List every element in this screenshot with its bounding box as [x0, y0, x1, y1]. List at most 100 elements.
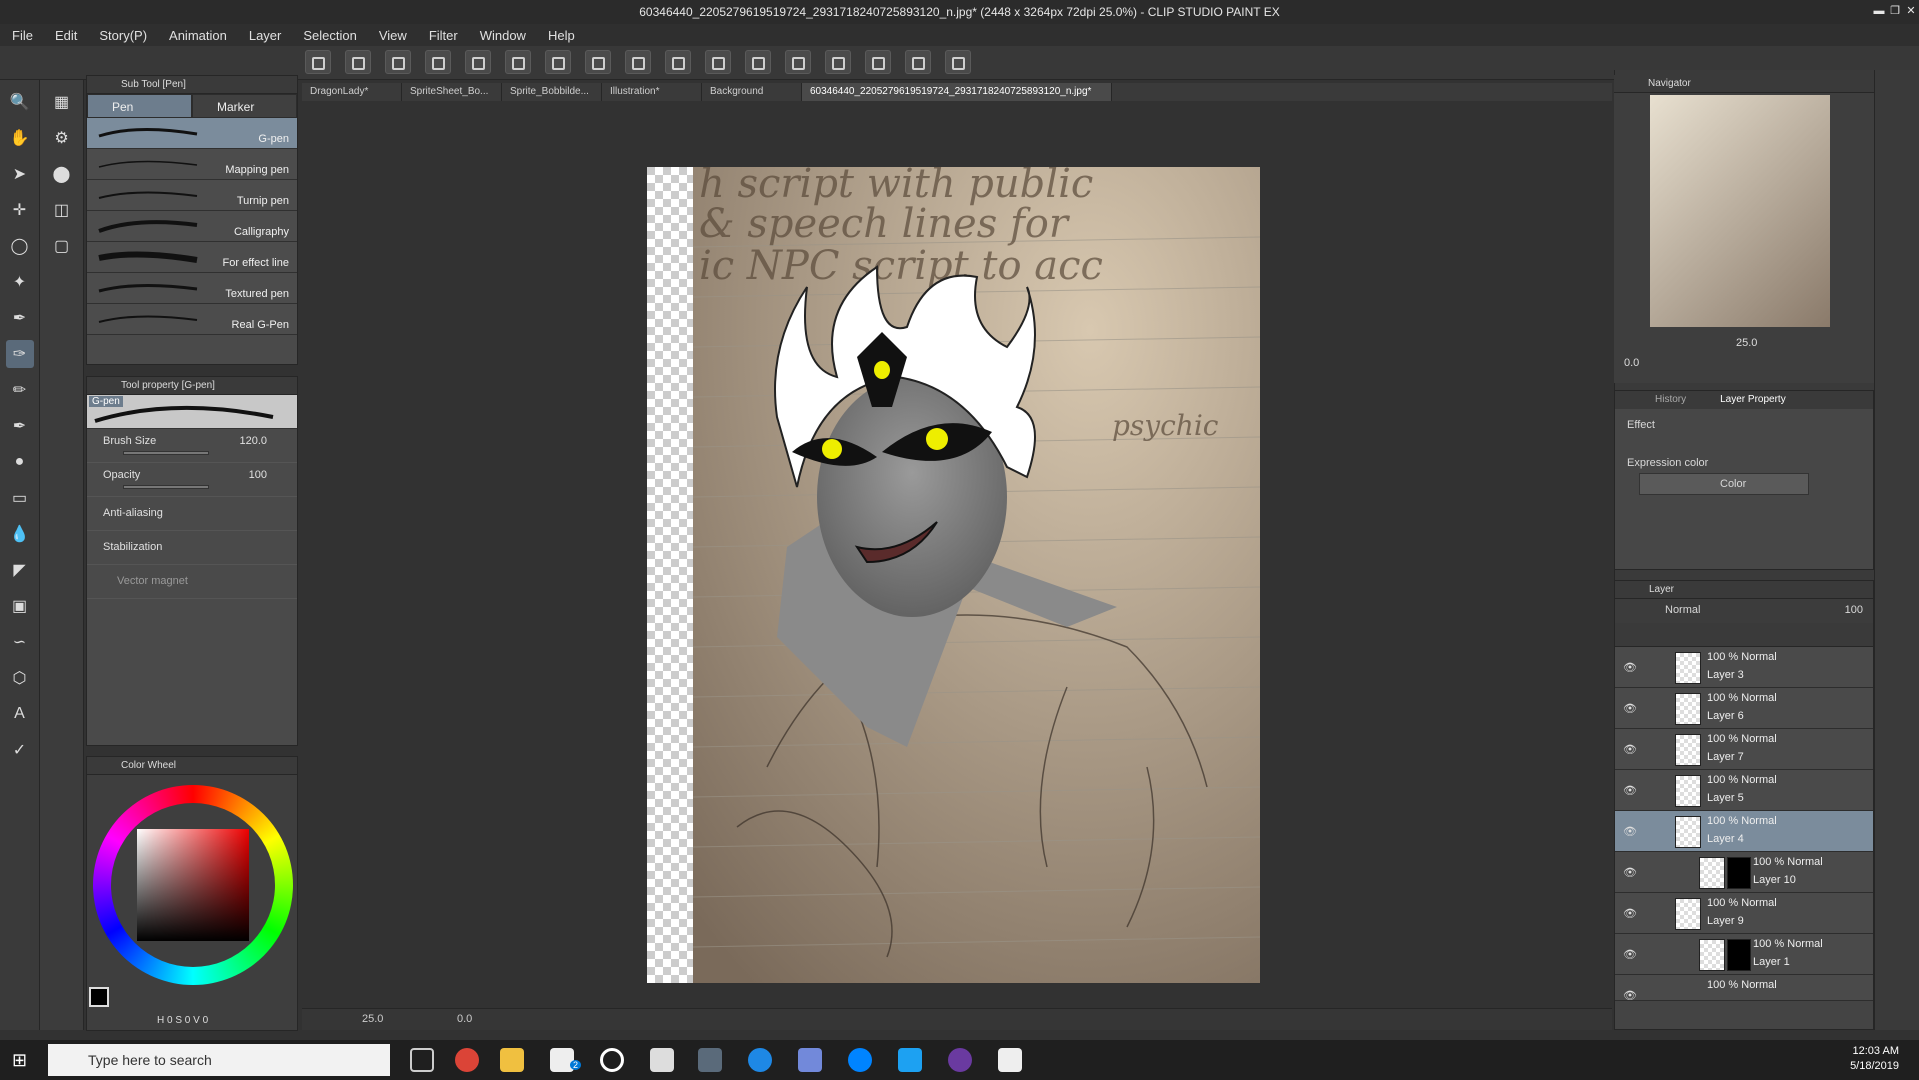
- fill-icon[interactable]: [585, 50, 611, 74]
- brush-turnip-pen[interactable]: Turnip pen: [87, 180, 297, 211]
- menu-selection[interactable]: Selection: [303, 28, 356, 43]
- tab-document[interactable]: Sprite_Bobbilde...: [502, 83, 602, 101]
- menu-file[interactable]: File: [12, 28, 33, 43]
- taskbar-search-input[interactable]: Type here to search: [48, 1044, 390, 1076]
- menu-help[interactable]: Help: [548, 28, 575, 43]
- maximize-button[interactable]: ❐: [1887, 0, 1903, 24]
- layer-row[interactable]: 👁 100 % Normal Layer 1: [1615, 934, 1873, 975]
- expression-color-select[interactable]: Color: [1639, 473, 1809, 495]
- blend-mode-select[interactable]: Normal: [1665, 604, 1700, 616]
- clip-studio-paint-icon[interactable]: [698, 1048, 722, 1072]
- visibility-eye-icon[interactable]: 👁: [1623, 907, 1637, 920]
- file-explorer-icon[interactable]: [500, 1048, 524, 1072]
- layer-row[interactable]: 👁 100 % Normal Layer 9: [1615, 893, 1873, 934]
- opacity-value[interactable]: 100: [249, 469, 267, 481]
- tab-marker[interactable]: Marker: [192, 94, 297, 118]
- eyedropper-icon[interactable]: ✒: [6, 304, 34, 332]
- layer-opacity-value[interactable]: 100: [1845, 604, 1863, 616]
- correct-line-icon[interactable]: ✓: [6, 736, 34, 764]
- tab-layer-property[interactable]: Layer Property: [1696, 391, 1796, 409]
- menu-animation[interactable]: Animation: [169, 28, 227, 43]
- brush-size-slider[interactable]: [123, 451, 209, 455]
- hand-icon[interactable]: ✋: [6, 124, 34, 152]
- auto-select-icon[interactable]: ✦: [6, 268, 34, 296]
- menu-window[interactable]: Window: [480, 28, 526, 43]
- canvas-image[interactable]: h script with public & speech lines for …: [647, 167, 1260, 983]
- layer-row[interactable]: 👁 100 % Normal Layer 3: [1615, 647, 1873, 688]
- chrome-icon[interactable]: [455, 1048, 479, 1072]
- layer-icon[interactable]: ◫: [48, 196, 76, 224]
- redo-icon[interactable]: [505, 50, 531, 74]
- menu-edit[interactable]: Edit: [55, 28, 77, 43]
- visibility-eye-icon[interactable]: 👁: [1623, 866, 1637, 879]
- visibility-eye-icon[interactable]: 👁: [1623, 661, 1637, 674]
- tab-document[interactable]: SpriteSheet_Bo...: [402, 83, 502, 101]
- unity-icon[interactable]: [998, 1048, 1022, 1072]
- messenger-icon[interactable]: [848, 1048, 872, 1072]
- layer-row[interactable]: 👁 100 % Normal Layer 10: [1615, 852, 1873, 893]
- brush-textured-pen[interactable]: Textured pen: [87, 273, 297, 304]
- transform-icon[interactable]: [665, 50, 691, 74]
- clip-studio-icon[interactable]: [305, 50, 331, 74]
- snap-ruler-icon[interactable]: [825, 50, 851, 74]
- minimize-button[interactable]: ▬: [1871, 0, 1887, 24]
- open-file-icon[interactable]: [385, 50, 411, 74]
- visibility-eye-icon[interactable]: 👁: [1623, 784, 1637, 797]
- figure-icon[interactable]: ∽: [6, 628, 34, 656]
- save-icon[interactable]: [425, 50, 451, 74]
- frame-icon[interactable]: ⬡: [6, 664, 34, 692]
- pen-icon[interactable]: ✑: [5, 340, 34, 368]
- gradient-icon[interactable]: ▣: [6, 592, 34, 620]
- tab-pen[interactable]: Pen: [87, 94, 192, 118]
- tab-document[interactable]: Background: [702, 83, 802, 101]
- tab-document-active[interactable]: 60346440_2205279619519724_29317182407258…: [802, 83, 1112, 101]
- opacity-slider[interactable]: [123, 485, 209, 489]
- airbrush-icon[interactable]: ●: [6, 448, 34, 476]
- brush-calligraphy[interactable]: Calligraphy: [87, 211, 297, 242]
- operation-icon[interactable]: ➤: [6, 160, 34, 188]
- layer-row[interactable]: 👁 100 % Normal Layer 6: [1615, 688, 1873, 729]
- clock-time[interactable]: 12:03 AM: [1850, 1044, 1899, 1059]
- deselect-icon[interactable]: [705, 50, 731, 74]
- zoom-value[interactable]: 25.0: [362, 1009, 383, 1029]
- visibility-eye-icon[interactable]: 👁: [1623, 825, 1637, 838]
- maps-icon[interactable]: [748, 1048, 772, 1072]
- tab-history[interactable]: History: [1615, 391, 1696, 409]
- app-icon[interactable]: [948, 1048, 972, 1072]
- erase-icon[interactable]: [625, 50, 651, 74]
- brush-mapping-pen[interactable]: Mapping pen: [87, 149, 297, 180]
- discord-icon[interactable]: [798, 1048, 822, 1072]
- visibility-eye-icon[interactable]: 👁: [1623, 702, 1637, 715]
- tab-document[interactable]: DragonLady*: [302, 83, 402, 101]
- lasso-icon[interactable]: ◯: [6, 232, 34, 260]
- visibility-eye-icon[interactable]: 👁: [1623, 948, 1637, 961]
- mail-icon[interactable]: [550, 1048, 574, 1072]
- move-layer-icon[interactable]: ✛: [6, 196, 34, 224]
- new-file-icon[interactable]: [345, 50, 371, 74]
- color-icon[interactable]: ⬤: [48, 160, 76, 188]
- saturation-value-square[interactable]: [137, 829, 249, 941]
- clip-studio-launcher-icon[interactable]: [600, 1048, 624, 1072]
- snap-special-ruler-icon[interactable]: [865, 50, 891, 74]
- brush-icon[interactable]: ✒: [6, 412, 34, 440]
- visibility-eye-icon[interactable]: 👁: [1623, 989, 1637, 1002]
- material-icon[interactable]: ▢: [48, 232, 76, 260]
- clock-date[interactable]: 5/18/2019: [1850, 1059, 1899, 1074]
- layer-row[interactable]: 👁 100 % Normal Layer 5: [1615, 770, 1873, 811]
- twitter-icon[interactable]: [898, 1048, 922, 1072]
- undo-icon[interactable]: [465, 50, 491, 74]
- select-all-icon[interactable]: [785, 50, 811, 74]
- task-view-icon[interactable]: [410, 1048, 434, 1072]
- brush-real-g-pen[interactable]: Real G-Pen: [87, 304, 297, 335]
- visual-studio-icon[interactable]: [650, 1048, 674, 1072]
- main-color-swatch[interactable]: [89, 987, 109, 1007]
- layer-row[interactable]: 👁 100 % Normal: [1615, 975, 1873, 1002]
- menu-layer[interactable]: Layer: [249, 28, 282, 43]
- help-icon[interactable]: [945, 50, 971, 74]
- brush-g-pen[interactable]: G-pen: [87, 118, 297, 149]
- tab-document[interactable]: Illustration*: [602, 83, 702, 101]
- navigator-rotation[interactable]: 0.0: [1624, 357, 1639, 369]
- pencil-icon[interactable]: ✏: [6, 376, 34, 404]
- layer-row[interactable]: 👁 100 % Normal Layer 7: [1615, 729, 1873, 770]
- crop-icon[interactable]: [745, 50, 771, 74]
